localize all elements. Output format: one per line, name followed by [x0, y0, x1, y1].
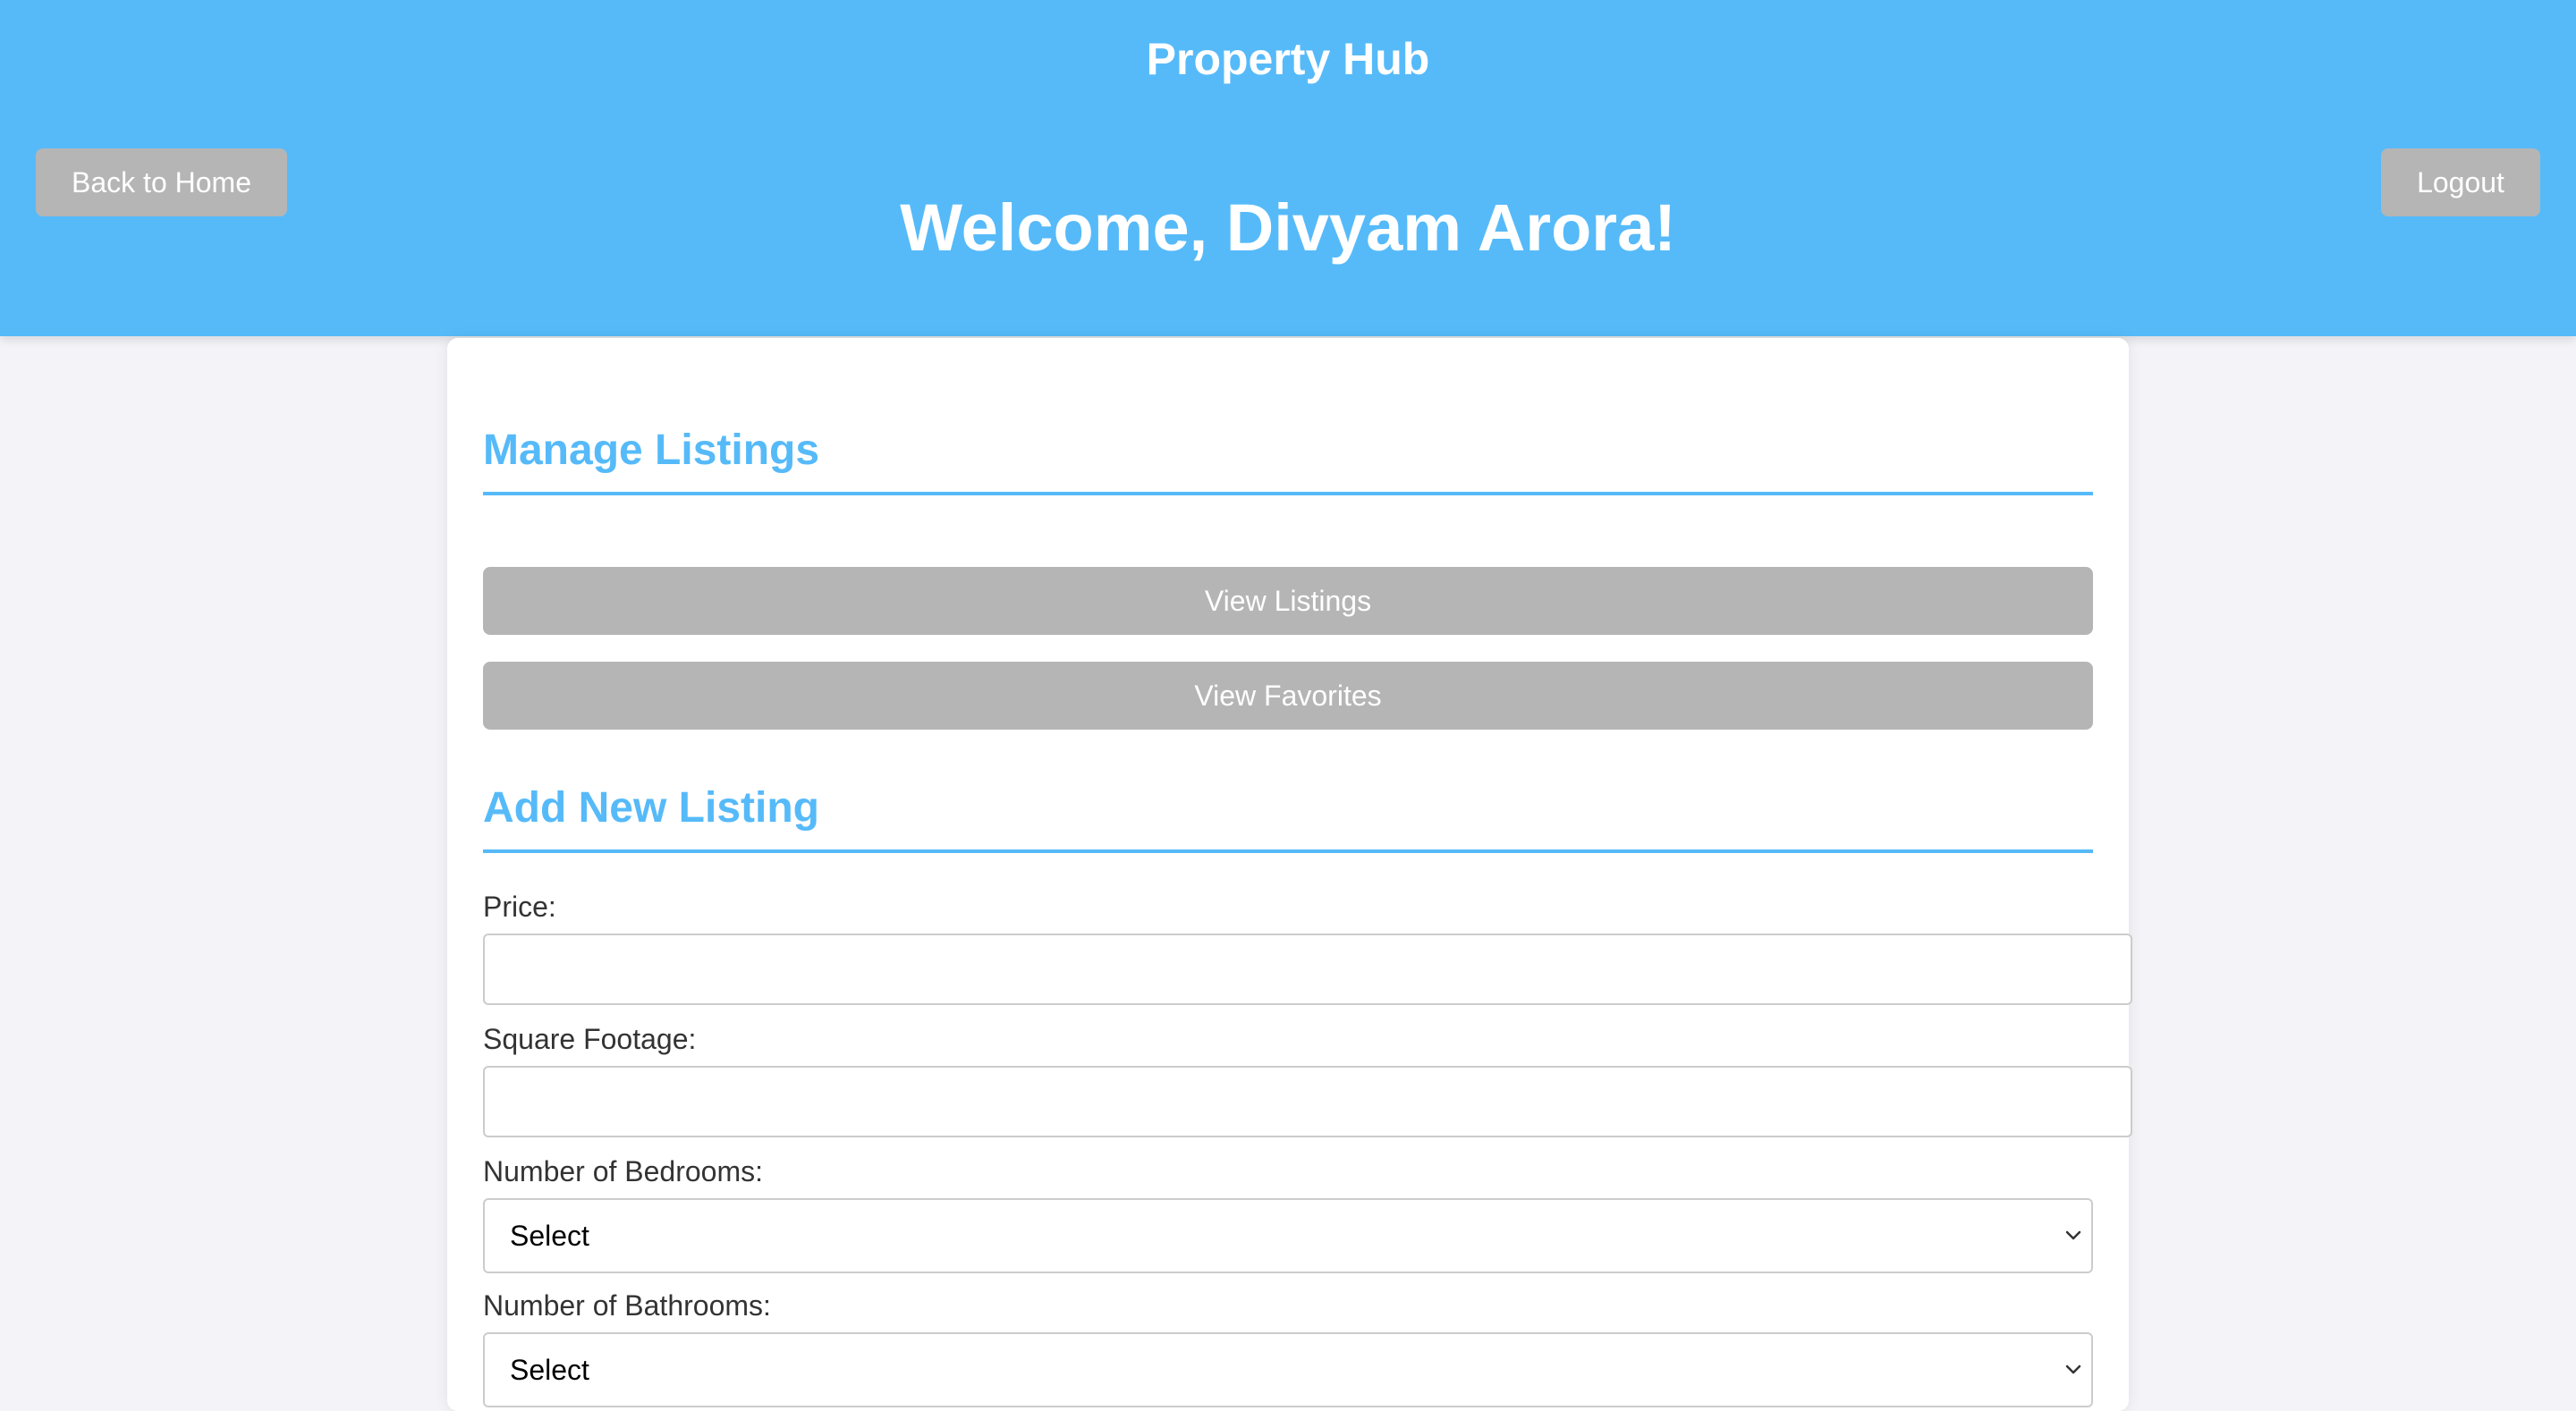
price-label: Price:: [483, 891, 556, 923]
bedrooms-label: Number of Bedrooms:: [483, 1155, 764, 1187]
price-input[interactable]: [483, 934, 2132, 1005]
bedrooms-select[interactable]: Select: [483, 1198, 2093, 1273]
brand-title: Property Hub: [1146, 34, 1430, 84]
square-footage-label: Square Footage:: [483, 1023, 697, 1055]
bedrooms-select-value: Select: [510, 1220, 589, 1252]
square-footage-input[interactable]: [483, 1066, 2132, 1137]
chevron-down-icon: [2065, 1230, 2081, 1240]
bathrooms-select[interactable]: Select: [483, 1332, 2093, 1407]
manage-listings-heading: Manage Listings: [483, 424, 2093, 495]
chevron-down-icon: [2065, 1365, 2081, 1374]
welcome-heading: Welcome, Divyam Arora!: [900, 190, 1676, 265]
bathrooms-select-value: Select: [510, 1354, 589, 1386]
view-favorites-button[interactable]: View Favorites: [483, 662, 2093, 730]
add-new-listing-heading: Add New Listing: [483, 782, 2093, 853]
view-listings-button[interactable]: View Listings: [483, 567, 2093, 635]
dashboard-card: Manage Listings View Listings View Favor…: [447, 338, 2132, 1411]
bathrooms-label: Number of Bathrooms:: [483, 1289, 771, 1322]
logout-button[interactable]: Logout: [2381, 148, 2540, 216]
page-header: Property Hub Back to Home Welcome, Divya…: [0, 0, 2576, 336]
